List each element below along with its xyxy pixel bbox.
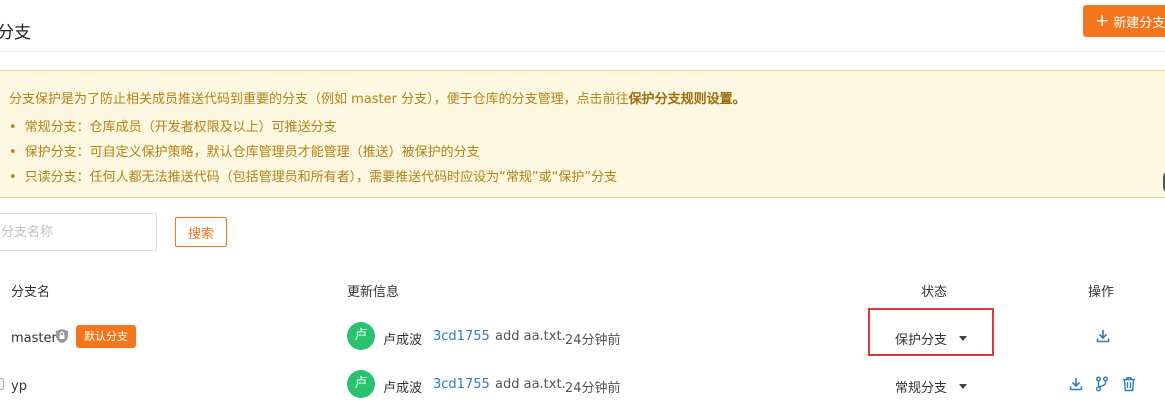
default-branch-badge: 默认分支: [76, 325, 136, 348]
trash-icon[interactable]: [1121, 376, 1137, 392]
notice-intro: 分支保护是为了防止相关成员推送代码到重要的分支（例如 master 分支），便于…: [9, 88, 746, 107]
commit-author: 卢成波: [383, 381, 423, 396]
notice-item-protected: 保护分支：可自定义保护策略，默认仓库管理员才能管理（推送）被保护的分支: [9, 144, 617, 169]
commit-hash-link[interactable]: 3cd1755: [433, 377, 490, 392]
branch-protection-notice: 分支保护是为了防止相关成员推送代码到重要的分支（例如 master 分支），便于…: [0, 70, 1165, 198]
notice-item-normal: 常规分支：仓库成员（开发者权限及以上）可推送分支: [9, 119, 617, 144]
download-icon[interactable]: [1095, 328, 1111, 344]
commit-author: 卢成波: [383, 333, 423, 348]
status-highlight-box: [868, 308, 994, 356]
avatar: 卢: [347, 370, 375, 398]
column-header-name: 分支名: [11, 285, 51, 300]
branch-name[interactable]: yp: [11, 379, 27, 394]
table-row: yp 卢 卢成波 3cd1755 add aa.txt. 24分钟前 常规分支: [0, 367, 1165, 407]
header-divider: [0, 51, 1165, 52]
commit-time: 24分钟前: [565, 381, 621, 396]
commit-time: 24分钟前: [565, 333, 621, 348]
column-header-status: 状态: [921, 285, 948, 300]
status-value: 常规分支: [895, 381, 948, 396]
branch-name[interactable]: master: [11, 331, 57, 346]
commit-message: add aa.txt.: [495, 377, 566, 392]
column-header-update: 更新信息: [347, 285, 400, 300]
page-title: 分支: [0, 23, 31, 43]
shield-lock-icon: [56, 329, 68, 343]
row-checkbox[interactable]: [0, 378, 4, 390]
new-branch-button[interactable]: + 新建分支: [1083, 5, 1165, 37]
branch-status-select[interactable]: 常规分支: [895, 377, 968, 396]
search-button[interactable]: 搜索: [175, 217, 227, 247]
commit-hash-link[interactable]: 3cd1755: [433, 329, 490, 344]
commit-message: add aa.txt.: [495, 329, 566, 344]
plus-icon: +: [1095, 10, 1110, 31]
new-branch-label: 新建分支: [1113, 15, 1165, 31]
branch-search-input[interactable]: [0, 213, 157, 251]
notice-item-readonly: 只读分支：任何人都无法推送代码（包括管理员和所有者），需要推送代码时应设为“常规…: [9, 169, 617, 194]
notice-list: 常规分支：仓库成员（开发者权限及以上）可推送分支 保护分支：可自定义保护策略，默…: [9, 119, 617, 194]
column-header-actions: 操作: [1088, 285, 1115, 300]
caret-down-icon: [959, 384, 968, 389]
notice-intro-text: 分支保护是为了防止相关成员推送代码到重要的分支（例如 master 分支），便于…: [9, 92, 629, 107]
download-icon[interactable]: [1068, 376, 1084, 392]
merge-request-icon[interactable]: [1094, 376, 1110, 392]
avatar: 卢: [347, 322, 375, 350]
protection-rules-link[interactable]: 保护分支规则设置。: [629, 92, 746, 107]
